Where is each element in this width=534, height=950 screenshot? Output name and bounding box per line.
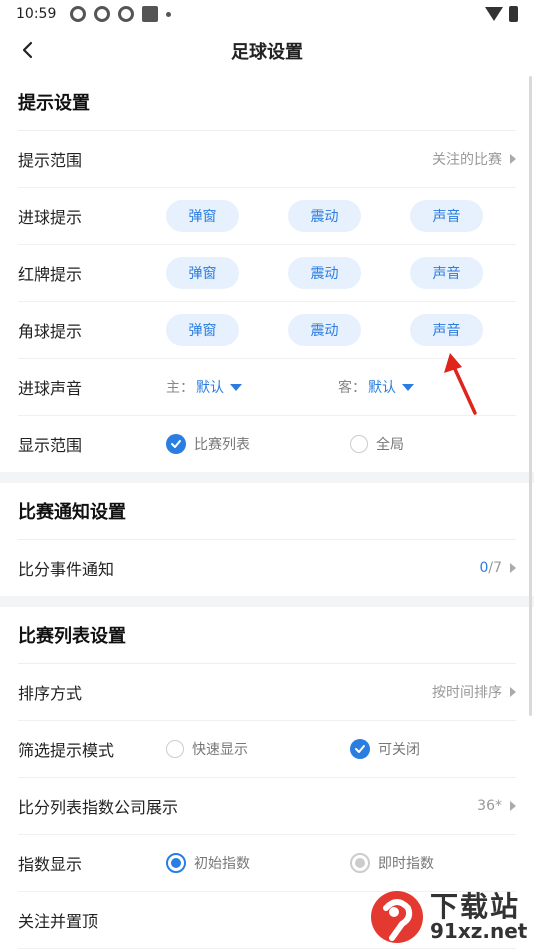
row-label: 进球提示	[18, 208, 83, 227]
chevron-right-icon	[510, 154, 516, 164]
watermark-text: 下载站	[430, 890, 521, 923]
home-key: 主：	[166, 380, 194, 396]
row-label: 排序方式	[18, 684, 83, 703]
popup-toggle[interactable]: 弹窗	[166, 200, 239, 232]
quick-display-radio[interactable]: 快速显示	[166, 739, 350, 759]
check-icon	[350, 739, 370, 759]
chevron-right-icon	[510, 563, 516, 573]
value-text: 关注的比赛	[432, 152, 502, 168]
value-text: 36*	[477, 798, 502, 814]
section-title: 提示设置	[18, 74, 516, 131]
notification-icons	[70, 6, 172, 22]
vibrate-toggle[interactable]: 震动	[288, 200, 361, 232]
global-checkbox[interactable]: 全局	[350, 434, 404, 454]
sound-toggle[interactable]: 声音	[410, 314, 483, 346]
live-index-radio[interactable]: 即时指数	[350, 853, 434, 873]
check-icon	[166, 434, 186, 454]
scrollbar[interactable]	[529, 76, 532, 716]
row-label: 指数显示	[18, 855, 83, 874]
app-notification-icon	[142, 6, 159, 22]
option-label: 全局	[376, 437, 404, 453]
chevron-right-icon	[510, 687, 516, 697]
section-title: 比赛通知设置	[18, 483, 516, 540]
sort-row[interactable]: 排序方式 按时间排序	[18, 664, 516, 721]
total-count: /7	[488, 560, 502, 576]
initial-index-radio[interactable]: 初始指数	[166, 853, 350, 873]
index-company-value: 36*	[477, 798, 516, 814]
page-title: 足球设置	[231, 42, 303, 63]
app-notification-icon	[118, 6, 135, 22]
section-divider	[0, 472, 534, 483]
option-label: 初始指数	[194, 856, 250, 872]
away-key: 客：	[338, 380, 366, 396]
alert-scope-row[interactable]: 提示范围 关注的比赛	[18, 131, 516, 188]
score-event-row[interactable]: 比分事件通知 0/7	[18, 540, 516, 596]
annotation-arrow-icon	[444, 353, 477, 415]
value-text: 按时间排序	[432, 685, 502, 701]
vibrate-toggle[interactable]: 震动	[288, 257, 361, 289]
index-company-row[interactable]: 比分列表指数公司展示 36*	[18, 778, 516, 835]
top-bar: 足球设置	[0, 28, 534, 74]
row-label: 角球提示	[18, 322, 83, 341]
sound-toggle[interactable]: 声音	[410, 200, 483, 232]
option-label: 比赛列表	[194, 437, 250, 453]
vibrate-toggle[interactable]: 震动	[288, 314, 361, 346]
option-label: 即时指数	[378, 856, 434, 872]
popup-toggle[interactable]: 弹窗	[166, 314, 239, 346]
app-notification-icon	[94, 6, 111, 22]
goal-alert-row: 进球提示 弹窗 震动 声音	[18, 188, 516, 245]
match-notification-section: 比赛通知设置 比分事件通知 0/7	[0, 483, 534, 596]
popup-toggle[interactable]: 弹窗	[166, 257, 239, 289]
section-title: 比赛列表设置	[18, 607, 516, 664]
away-value: 默认	[368, 380, 396, 396]
app-notification-icon	[70, 6, 87, 22]
option-label: 快速显示	[192, 742, 248, 758]
status-time: 10:59	[16, 6, 57, 22]
away-sound-select[interactable]: 客： 默认	[338, 377, 414, 397]
row-label: 提示范围	[18, 151, 83, 170]
red-card-alert-row: 红牌提示 弹窗 震动 声音	[18, 245, 516, 302]
unchecked-circle-icon	[350, 435, 368, 453]
watermark-logo-icon	[371, 891, 423, 943]
closable-radio[interactable]: 可关闭	[350, 739, 420, 759]
row-label: 比分事件通知	[18, 560, 115, 579]
match-list-checkbox[interactable]: 比赛列表	[166, 434, 350, 454]
section-divider	[0, 596, 534, 607]
home-value: 默认	[196, 380, 224, 396]
option-label: 可关闭	[378, 742, 420, 758]
back-button[interactable]	[12, 34, 44, 66]
unchecked-circle-icon	[166, 740, 184, 758]
dropdown-icon	[230, 383, 242, 391]
dropdown-icon	[402, 383, 414, 391]
watermark: 下载站 91xz.net	[368, 884, 534, 950]
chevron-left-icon	[22, 41, 33, 59]
display-scope-row: 显示范围 比赛列表 全局	[18, 416, 516, 472]
filter-mode-row: 筛选提示模式 快速显示 可关闭	[18, 721, 516, 778]
sound-toggle[interactable]: 声音	[410, 257, 483, 289]
row-label: 显示范围	[18, 436, 83, 455]
wifi-icon	[485, 7, 503, 21]
battery-icon	[509, 6, 518, 22]
watermark-url: 91xz.net	[430, 919, 528, 943]
radio-disabled-icon	[350, 853, 370, 873]
more-notifications-icon	[166, 11, 172, 17]
chevron-right-icon	[510, 801, 516, 811]
row-label: 筛选提示模式	[18, 741, 115, 760]
score-event-value: 0/7	[479, 560, 516, 576]
alert-scope-value: 关注的比赛	[432, 149, 516, 169]
status-bar: 10:59	[0, 0, 534, 28]
home-sound-select[interactable]: 主： 默认	[166, 377, 338, 397]
sort-value: 按时间排序	[432, 682, 516, 702]
row-label: 比分列表指数公司展示	[18, 798, 179, 817]
row-label: 红牌提示	[18, 265, 83, 284]
row-label: 进球声音	[18, 379, 83, 398]
radio-selected-icon	[166, 853, 186, 873]
